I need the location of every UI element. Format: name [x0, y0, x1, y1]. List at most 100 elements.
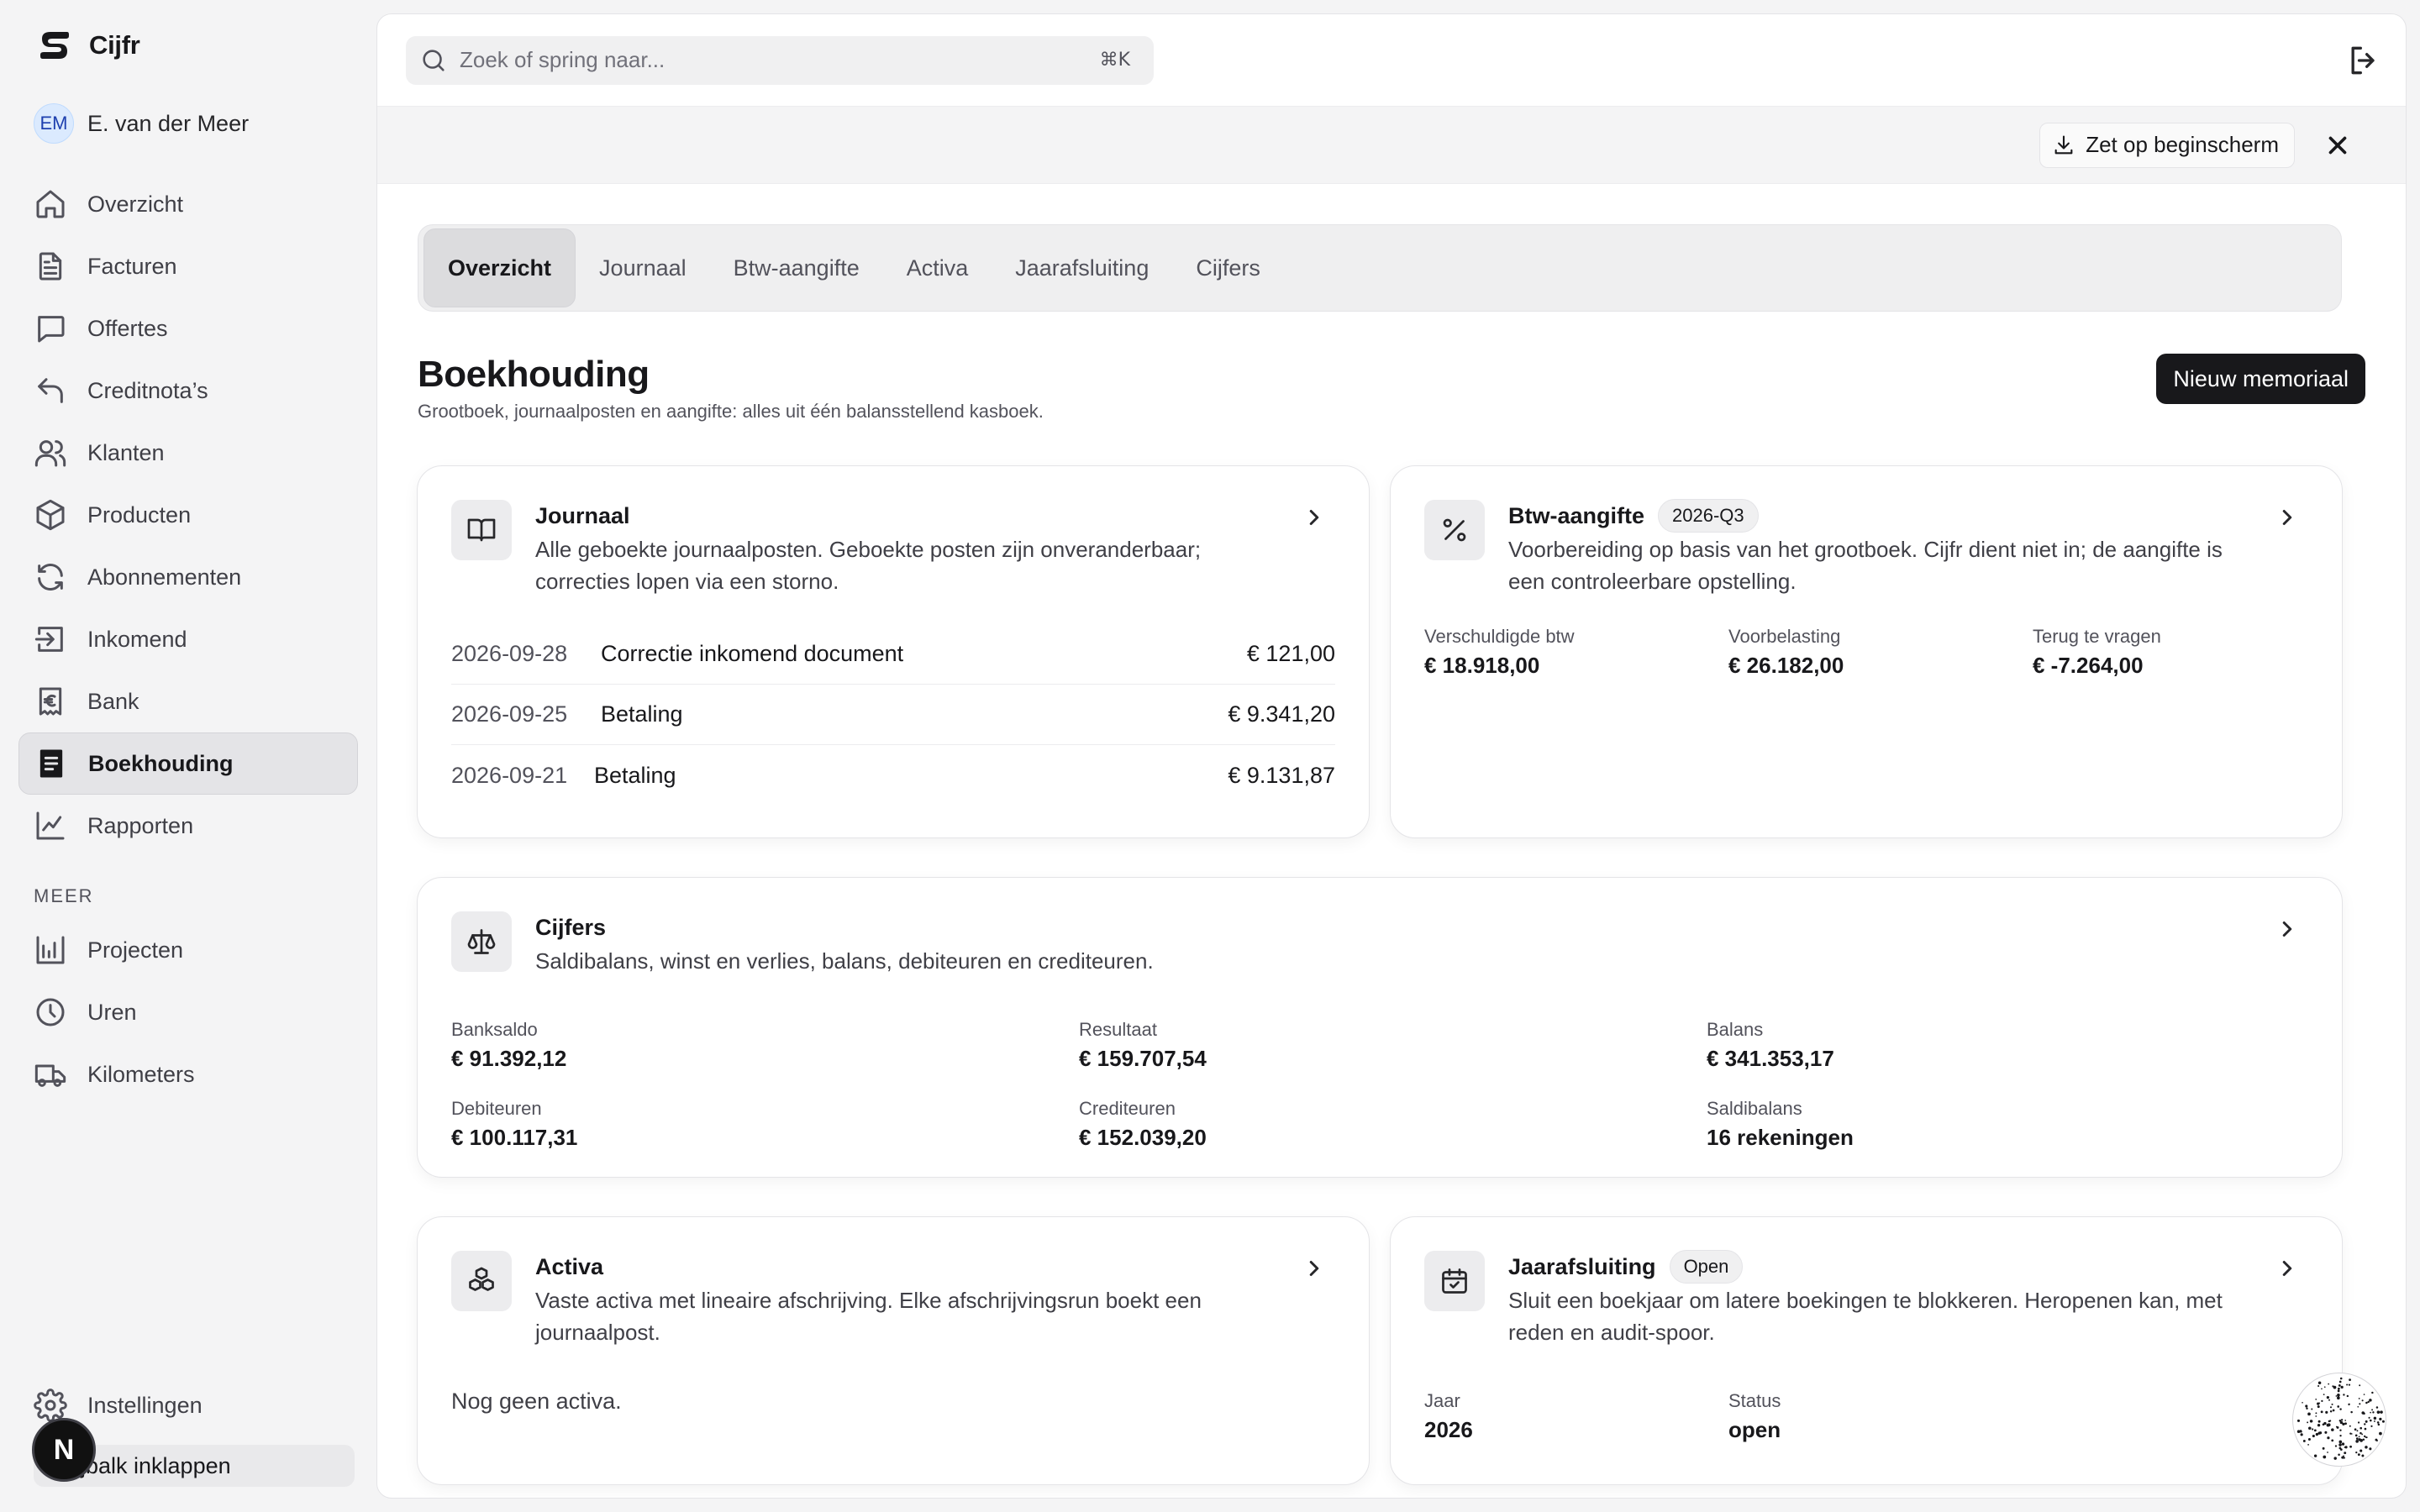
tab-journaal[interactable]: Journaal	[576, 228, 710, 307]
close-icon[interactable]	[2323, 131, 2352, 160]
message-icon	[34, 312, 67, 345]
metric-value: € 26.182,00	[1728, 653, 1844, 678]
card-activa[interactable]: Activa Vaste activa met lineaire afschri…	[417, 1216, 1370, 1485]
chevron-right-icon[interactable]	[2275, 916, 2300, 942]
journal-row[interactable]: 2026-09-25 Betaling € 9.341,20	[451, 685, 1335, 745]
sidebar-item-offertes[interactable]: Offertes	[18, 297, 358, 360]
boxes-icon	[466, 1266, 497, 1296]
sidebar-item-label: Klanten	[87, 439, 165, 465]
metric-saldibalans: Saldibalans 16 rekeningen	[1707, 1098, 1854, 1151]
card-header: Cijfers Saldibalans, winst en verlies, b…	[451, 911, 2308, 977]
journal-date: 2026-09-25	[451, 701, 568, 727]
tab-jaarafsluiting[interactable]: Jaarafsluiting	[992, 228, 1172, 307]
sidebar-item-creditnotas[interactable]: Creditnota’s	[18, 360, 358, 422]
logout-icon[interactable]	[2345, 42, 2382, 79]
card-description: Saldibalans, winst en verlies, balans, d…	[535, 948, 1154, 974]
card-title: Jaarafsluiting	[1508, 1253, 1656, 1279]
content-area: Overzicht Journaal Btw-aangifte Activa J…	[377, 184, 2406, 438]
search-input[interactable]	[460, 47, 1088, 73]
search-icon	[419, 46, 448, 75]
card-title: Btw-aangifte	[1508, 502, 1644, 528]
sidebar-item-producten[interactable]: Producten	[18, 484, 358, 546]
chevron-right-icon[interactable]	[1302, 505, 1327, 530]
install-banner: Zet op beginscherm	[377, 107, 2406, 184]
status-badge: Open	[1669, 1250, 1744, 1284]
brand[interactable]: Cijfr	[37, 29, 140, 62]
tab-btw-aangifte[interactable]: Btw-aangifte	[710, 228, 883, 307]
metric-label: Status	[1728, 1390, 1781, 1411]
card-journaal[interactable]: Journaal Alle geboekte journaalposten. G…	[417, 465, 1370, 838]
sidebar-item-rapporten[interactable]: Rapporten	[18, 795, 358, 857]
assistant-orb-icon[interactable]	[2292, 1373, 2386, 1467]
main-nav: Overzicht Facturen Offertes Creditnota’s…	[18, 173, 358, 857]
sidebar-item-kilometers[interactable]: Kilometers	[18, 1043, 358, 1105]
card-title: Activa	[535, 1253, 604, 1279]
card-cijfers[interactable]: Cijfers Saldibalans, winst en verlies, b…	[417, 877, 2343, 1178]
more-nav: Projecten Uren Kilometers	[18, 919, 358, 1105]
sidebar-item-bank[interactable]: Bank	[18, 670, 358, 732]
book-open-icon	[466, 515, 497, 545]
journal-row[interactable]: 2026-09-28 Correctie inkomend document €…	[451, 624, 1335, 685]
scale-icon	[466, 927, 497, 957]
box-icon	[34, 498, 67, 532]
journal-amount: € 121,00	[1246, 641, 1335, 666]
truck-icon	[34, 1058, 67, 1091]
metric-label: Crediteuren	[1079, 1098, 1176, 1119]
journal-amount: € 9.341,20	[1228, 701, 1335, 727]
sidebar-item-facturen[interactable]: Facturen	[18, 235, 358, 297]
nav-section-meer: MEER	[34, 885, 94, 906]
metric-banksaldo: Banksaldo € 91.392,12	[451, 1019, 566, 1072]
chevron-right-icon[interactable]	[2275, 505, 2300, 530]
tab-cijfers[interactable]: Cijfers	[1172, 228, 1284, 307]
tab-overzicht[interactable]: Overzicht	[424, 228, 576, 307]
period-badge: 2026-Q3	[1658, 499, 1759, 533]
ledger-icon	[34, 747, 68, 780]
metric-jaar: Jaar 2026	[1424, 1390, 1473, 1443]
sidebar-item-label: Overzicht	[87, 191, 184, 217]
card-title: Journaal	[535, 502, 630, 528]
search-box[interactable]: ⌘K	[406, 35, 1154, 85]
sidebar-item-boekhouding[interactable]: Boekhouding	[18, 732, 358, 795]
install-app-button[interactable]: Zet op beginscherm	[2039, 122, 2295, 168]
journal-date: 2026-09-28	[451, 641, 568, 666]
sidebar-item-label: Facturen	[87, 253, 177, 279]
journal-description: Betaling	[601, 701, 683, 727]
sidebar-item-klanten[interactable]: Klanten	[18, 422, 358, 484]
app-name: Cijfr	[89, 30, 140, 60]
journal-list: 2026-09-28 Correctie inkomend document €…	[451, 624, 1335, 806]
card-header: Jaarafsluiting Open Sluit een boekjaar o…	[1424, 1250, 2308, 1348]
user-menu[interactable]: EM E. van der Meer	[34, 102, 249, 144]
avatar: EM	[34, 103, 74, 144]
sidebar-item-label: Producten	[87, 501, 192, 528]
chevron-right-icon[interactable]	[2275, 1256, 2300, 1281]
sidebar-item-abonnementen[interactable]: Abonnementen	[18, 546, 358, 608]
home-icon	[34, 187, 67, 221]
empty-state-text: Nog geen activa.	[451, 1389, 622, 1414]
metric-resultaat: Resultaat € 159.707,54	[1079, 1019, 1207, 1072]
sidebar-item-overzicht[interactable]: Overzicht	[18, 173, 358, 235]
metric-status: Status open	[1728, 1390, 1781, 1443]
dev-tools-badge[interactable]: N	[32, 1418, 96, 1482]
metric-value: 2026	[1424, 1417, 1473, 1442]
sidebar-item-uren[interactable]: Uren	[18, 981, 358, 1043]
card-jaarafsluiting[interactable]: Jaarafsluiting Open Sluit een boekjaar o…	[1390, 1216, 2343, 1485]
chevron-right-icon[interactable]	[1302, 1256, 1327, 1281]
metric-value: open	[1728, 1417, 1781, 1442]
project-chart-icon	[34, 933, 67, 967]
sidebar-item-label: Inkomend	[87, 626, 187, 652]
sidebar-item-projecten[interactable]: Projecten	[18, 919, 358, 981]
new-memorial-button[interactable]: Nieuw memoriaal	[2156, 354, 2365, 404]
clock-icon	[34, 995, 67, 1029]
metric-label: Debiteuren	[451, 1098, 542, 1119]
sidebar-item-label: Rapporten	[87, 812, 194, 838]
page-title: Boekhouding	[418, 354, 650, 395]
sidebar-item-label: Instellingen	[87, 1392, 203, 1418]
journal-row[interactable]: 2026-09-21 Betaling € 9.131,87	[451, 745, 1335, 806]
tab-activa[interactable]: Activa	[883, 228, 992, 307]
download-icon	[2052, 134, 2075, 157]
card-btw-aangifte[interactable]: Btw-aangifte 2026-Q3 Voorbereiding op ba…	[1390, 465, 2343, 838]
sidebar-item-inkomend[interactable]: Inkomend	[18, 608, 358, 670]
user-name: E. van der Meer	[87, 110, 250, 136]
card-header: Activa Vaste activa met lineaire afschri…	[451, 1251, 1335, 1348]
card-icon-wrap	[451, 911, 512, 972]
